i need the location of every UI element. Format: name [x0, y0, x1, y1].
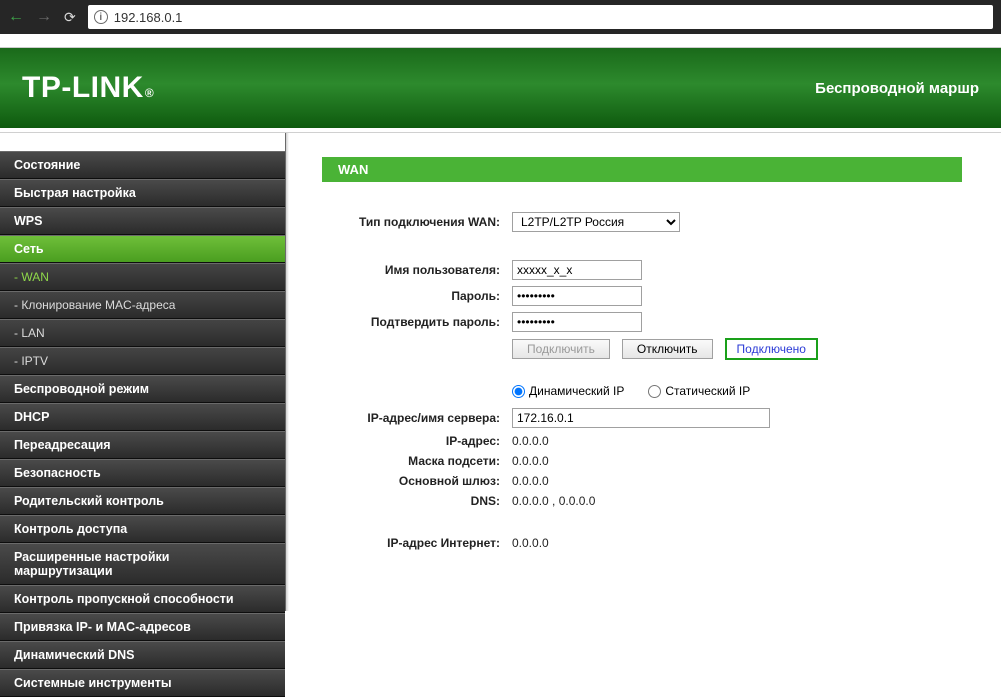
connection-status: Подключено: [725, 338, 818, 360]
ip-value: 0.0.0.0: [512, 434, 549, 448]
dynamic-ip-radio[interactable]: Динамический IP: [512, 384, 624, 398]
mask-label: Маска подсети:: [322, 454, 512, 468]
sidebar-item-11[interactable]: Безопасность: [0, 459, 285, 487]
server-input[interactable]: [512, 408, 770, 428]
confirm-password-input[interactable]: [512, 312, 642, 332]
password-label: Пароль:: [322, 289, 512, 303]
sidebar-item-4[interactable]: - WAN: [0, 263, 285, 291]
sidebar-item-7[interactable]: - IPTV: [0, 347, 285, 375]
sidebar-item-9[interactable]: DHCP: [0, 403, 285, 431]
url-text: 192.168.0.1: [114, 10, 183, 25]
browser-spacer: [0, 34, 1001, 48]
static-ip-radio[interactable]: Статический IP: [648, 384, 750, 398]
password-input[interactable]: [512, 286, 642, 306]
sidebar-item-2[interactable]: WPS: [0, 207, 285, 235]
section-title: WAN: [322, 157, 962, 182]
dynamic-ip-radio-input[interactable]: [512, 385, 525, 398]
sidebar: СостояниеБыстрая настройкаWPSСеть- WAN- …: [0, 133, 286, 611]
sidebar-item-17[interactable]: Динамический DNS: [0, 641, 285, 669]
sidebar-item-3[interactable]: Сеть: [0, 235, 285, 263]
logo: TP-LINK®: [22, 71, 154, 105]
sidebar-item-12[interactable]: Родительский контроль: [0, 487, 285, 515]
dns-label: DNS:: [322, 494, 512, 508]
sidebar-item-18[interactable]: Системные инструменты: [0, 669, 285, 697]
connect-button[interactable]: Подключить: [512, 339, 610, 359]
static-ip-radio-input[interactable]: [648, 385, 661, 398]
sidebar-item-5[interactable]: - Клонирование MAC-адреса: [0, 291, 285, 319]
header-subtitle: Беспроводной маршр: [815, 80, 979, 97]
sidebar-item-0[interactable]: Состояние: [0, 151, 285, 179]
username-label: Имя пользователя:: [322, 263, 512, 277]
server-label: IP-адрес/имя сервера:: [322, 411, 512, 425]
conn-type-select[interactable]: L2TP/L2TP Россия: [512, 212, 680, 232]
sidebar-item-1[interactable]: Быстрая настройка: [0, 179, 285, 207]
sidebar-item-15[interactable]: Контроль пропускной способности: [0, 585, 285, 613]
sidebar-item-6[interactable]: - LAN: [0, 319, 285, 347]
disconnect-button[interactable]: Отключить: [622, 339, 713, 359]
content-area: WAN Тип подключения WAN: L2TP/L2TP Росси…: [286, 133, 1001, 611]
sidebar-item-10[interactable]: Переадресация: [0, 431, 285, 459]
wan-form: Тип подключения WAN: L2TP/L2TP Россия Им…: [322, 182, 1001, 550]
inet-ip-label: IP-адрес Интернет:: [322, 536, 512, 550]
browser-toolbar: ← → ⟳ i 192.168.0.1: [0, 0, 1001, 34]
back-icon[interactable]: ←: [8, 8, 24, 26]
username-input[interactable]: [512, 260, 642, 280]
inet-ip-value: 0.0.0.0: [512, 536, 549, 550]
gateway-value: 0.0.0.0: [512, 474, 549, 488]
ip-label: IP-адрес:: [322, 434, 512, 448]
logo-reg: ®: [145, 86, 154, 100]
sidebar-item-13[interactable]: Контроль доступа: [0, 515, 285, 543]
url-bar[interactable]: i 192.168.0.1: [88, 5, 993, 29]
confirm-label: Подтвердить пароль:: [322, 315, 512, 329]
conn-type-label: Тип подключения WAN:: [322, 215, 512, 229]
sidebar-item-16[interactable]: Привязка IP- и MAC-адресов: [0, 613, 285, 641]
forward-icon[interactable]: →: [36, 8, 52, 26]
app-header: TP-LINK® Беспроводной маршр: [0, 48, 1001, 128]
mask-value: 0.0.0.0: [512, 454, 549, 468]
reload-icon[interactable]: ⟳: [64, 9, 76, 26]
sidebar-item-14[interactable]: Расширенные настройки маршрутизации: [0, 543, 285, 585]
info-icon[interactable]: i: [94, 10, 108, 24]
gateway-label: Основной шлюз:: [322, 474, 512, 488]
sidebar-item-8[interactable]: Беспроводной режим: [0, 375, 285, 403]
dns-value: 0.0.0.0 , 0.0.0.0: [512, 494, 595, 508]
